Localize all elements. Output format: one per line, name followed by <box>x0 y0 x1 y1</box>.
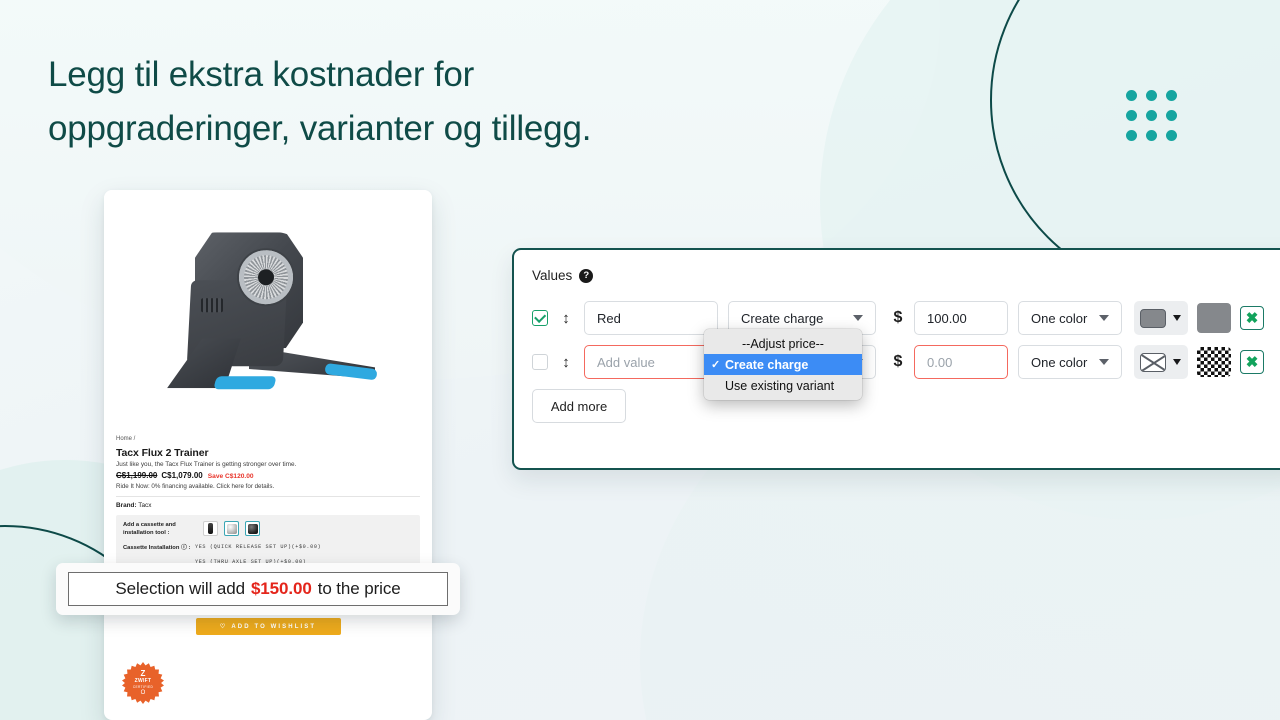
price-input[interactable]: 0.00 <box>914 345 1008 379</box>
color-swatch-button[interactable] <box>1140 308 1166 328</box>
color-mode-value: One color <box>1031 310 1088 326</box>
cassette-swatch-silver[interactable] <box>224 521 239 536</box>
zwift-certified-badge: Z ZWIFT CERTIFIED O <box>122 662 164 704</box>
heart-icon: ♡ <box>219 624 228 630</box>
price-savings: Save C$120.00 <box>207 473 254 480</box>
color-picker-group[interactable] <box>1134 301 1188 335</box>
color-picker-group[interactable] <box>1134 345 1188 379</box>
page-title: Legg til ekstra kostnader for oppgraderi… <box>48 48 808 156</box>
value-row: ↕ Red Create charge $ 100.00 One color ✖ <box>532 301 1280 335</box>
install-option-label-text: Cassette Installation <box>123 545 180 551</box>
help-icon[interactable]: ? <box>579 268 594 283</box>
cassette-option-label: Add a cassette and installation tool : <box>123 522 176 536</box>
zwift-badge-glyph: O <box>140 689 146 696</box>
add-more-button[interactable]: Add more <box>532 389 626 423</box>
chevron-down-icon[interactable] <box>1173 315 1181 321</box>
financing-note[interactable]: Ride It Now: 0% financing available. Cli… <box>116 483 420 490</box>
drag-handle-icon[interactable]: ↕ <box>558 355 574 370</box>
dropdown-option-create-charge[interactable]: ✓ Create charge <box>704 354 862 375</box>
chevron-down-icon <box>1099 359 1109 365</box>
row-checkbox[interactable] <box>532 310 548 326</box>
color-preview-transparent <box>1197 347 1231 377</box>
dropdown-option-adjust-price[interactable]: --Adjust price-- <box>704 333 862 354</box>
values-label-text: Values <box>532 268 573 283</box>
chevron-down-icon <box>1099 315 1109 321</box>
check-icon: ✓ <box>711 359 721 371</box>
color-swatch-button-empty[interactable] <box>1140 352 1166 372</box>
charge-type-dropdown-menu[interactable]: --Adjust price-- ✓ Create charge Use exi… <box>704 329 862 400</box>
value-input[interactable]: Red <box>584 301 718 335</box>
brand-row: Brand: Tacx <box>116 502 420 509</box>
zwift-badge-mark: Z <box>140 669 146 679</box>
bike-trainer-illustration <box>153 226 383 406</box>
headline-line-2: oppgraderinger, varianter og tillegg. <box>48 109 592 148</box>
product-image <box>104 190 432 428</box>
zwift-badge-certified: CERTIFIED <box>132 684 154 689</box>
delete-row-button[interactable]: ✖ <box>1240 306 1264 330</box>
values-section-label: Values ? <box>532 268 1280 283</box>
breadcrumb[interactable]: Home / <box>116 436 420 442</box>
dropdown-option-create-charge-label: Create charge <box>725 357 809 372</box>
value-input[interactable]: Add value <box>584 345 718 379</box>
cassette-swatch-dark[interactable] <box>245 521 260 536</box>
dot-grid-icon <box>1126 90 1177 141</box>
color-mode-select[interactable]: One color <box>1018 345 1122 379</box>
cassette-swatch-tool[interactable] <box>203 521 218 536</box>
product-subtitle: Just like you, the Tacx Flux Trainer is … <box>116 461 297 468</box>
price-callout: Selection will add $150.00 to the price <box>56 563 460 615</box>
value-row: ↕ Add value $ 0.00 One color ✖ <box>532 345 1280 379</box>
currency-symbol: $ <box>893 309 903 326</box>
color-preview <box>1197 303 1231 333</box>
callout-prefix: Selection will add <box>115 579 245 598</box>
callout-amount: $150.00 <box>250 579 312 598</box>
price-callout-box: Selection will add $150.00 to the price <box>68 572 448 606</box>
product-page-screenshot: Home / Tacx Flux 2 Trainer Just like you… <box>104 190 432 720</box>
callout-suffix: to the price <box>317 579 401 598</box>
divider <box>116 496 420 497</box>
color-mode-select[interactable]: One color <box>1018 301 1122 335</box>
install-option-colon: : <box>188 545 191 551</box>
cassette-swatch-group[interactable] <box>203 521 260 536</box>
install-option-value[interactable]: YES (QUICK RELEASE SET UP)(+$0.00) <box>195 544 413 550</box>
install-help-icon: ⓘ <box>181 545 187 551</box>
color-mode-value: One color <box>1031 354 1088 370</box>
row-checkbox[interactable] <box>532 354 548 370</box>
product-title: Tacx Flux 2 Trainer <box>116 447 209 459</box>
brand-value: Tacx <box>138 502 152 509</box>
promo-stage: Legg til ekstra kostnader for oppgraderi… <box>0 0 1280 720</box>
currency-symbol: $ <box>893 353 903 370</box>
add-to-wishlist-button[interactable]: ♡ ADD TO WISHLIST <box>195 618 341 635</box>
brand-label: Brand: <box>116 502 137 509</box>
price-original: C$1,199.00 <box>116 471 158 480</box>
price-block: C$1,199.00 C$1,079.00 Save C$120.00 <box>116 471 420 480</box>
chevron-down-icon <box>853 315 863 321</box>
price-current: C$1,079.00 <box>161 471 203 480</box>
chevron-down-icon[interactable] <box>1173 359 1181 365</box>
delete-row-button[interactable]: ✖ <box>1240 350 1264 374</box>
drag-handle-icon[interactable]: ↕ <box>558 311 574 326</box>
values-panel: Values ? ↕ Red Create charge $ 100.00 On… <box>512 248 1280 470</box>
price-input[interactable]: 100.00 <box>914 301 1008 335</box>
headline-line-1: Legg til ekstra kostnader for <box>48 55 475 94</box>
zwift-badge-name: ZWIFT <box>134 678 152 685</box>
charge-type-value: Create charge <box>741 310 824 326</box>
add-to-wishlist-label: ADD TO WISHLIST <box>231 623 317 630</box>
dropdown-option-use-existing-variant[interactable]: Use existing variant <box>704 375 862 396</box>
